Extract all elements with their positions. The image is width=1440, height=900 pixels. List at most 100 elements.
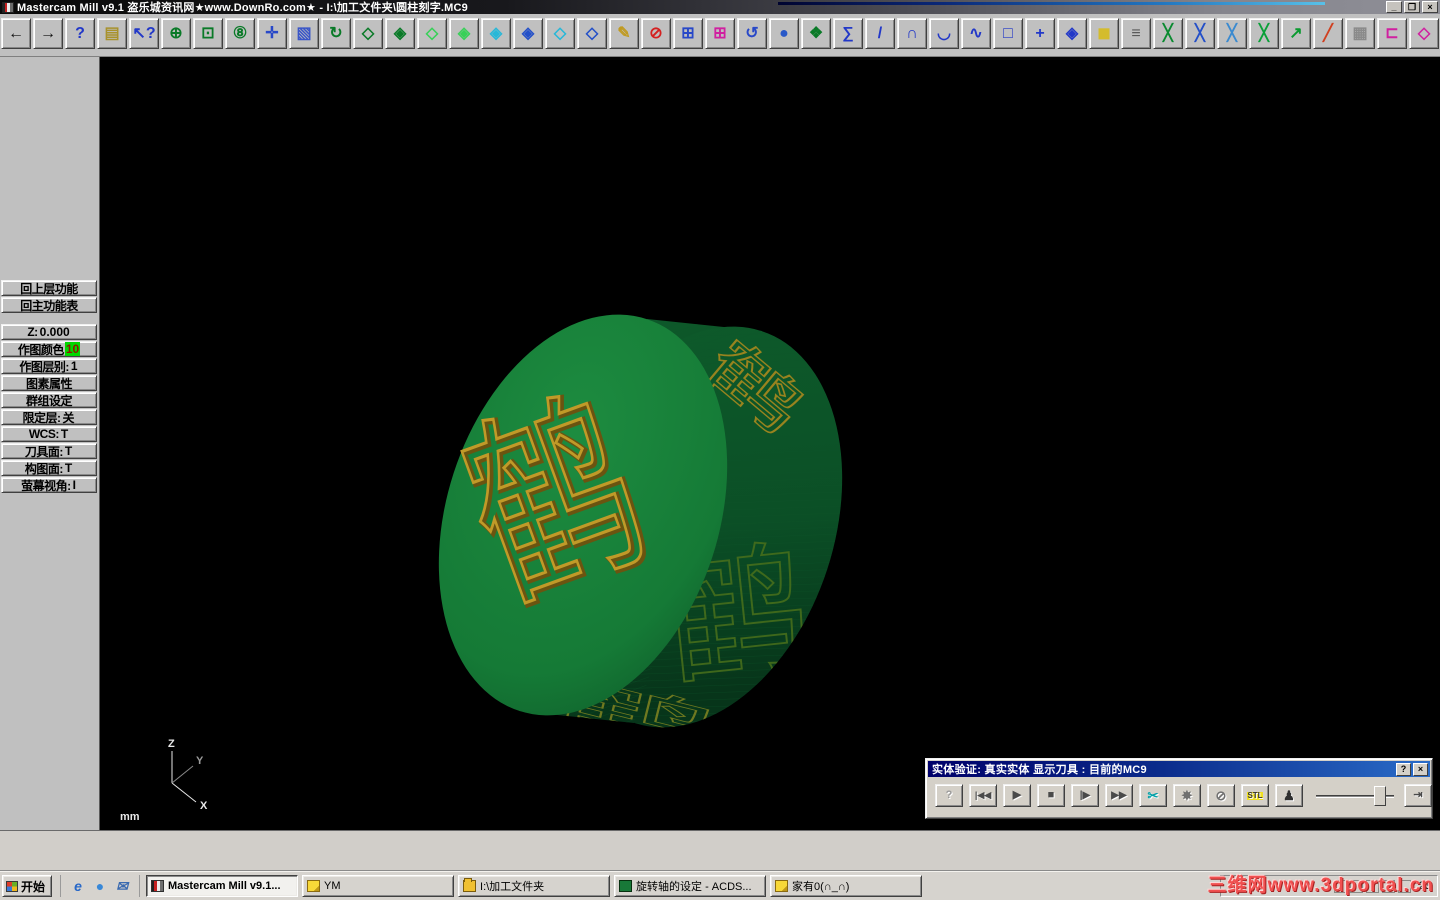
point-icon[interactable]: + — [1025, 18, 1055, 49]
zoom-previous-icon[interactable]: ⑧ — [225, 18, 255, 49]
tray-icon-4[interactable] — [1381, 879, 1395, 893]
trim-two-icon[interactable]: ╳ — [1185, 18, 1215, 49]
internet-explorer-icon[interactable]: e — [69, 877, 87, 895]
trim-icon[interactable]: ╳ — [1153, 18, 1183, 49]
view-iso-wireframe-icon[interactable]: ◇ — [353, 18, 383, 49]
menu-item[interactable]: 作图层别: 1 — [1, 358, 97, 374]
surface-display-icon[interactable]: ▦ — [1345, 18, 1375, 49]
operations-manager-icon[interactable]: ≡ — [1121, 18, 1151, 49]
trim-divide-icon[interactable]: ╳ — [1217, 18, 1247, 49]
gview-side-icon[interactable]: ◇ — [545, 18, 575, 49]
title-bar: Mastercam Mill v9.1 盗乐城资讯网★www.DownRo.co… — [0, 0, 1440, 14]
menu-item[interactable]: 萤幕视角: I — [1, 477, 97, 493]
task-button[interactable]: I:\加工文件夹 — [458, 875, 611, 897]
delete-icon[interactable]: ⊘ — [641, 18, 671, 49]
verify-zoom-button[interactable]: ⊘ — [1207, 784, 1235, 807]
restore-button[interactable]: ❐ — [1404, 1, 1420, 13]
menu-item[interactable]: WCS: T — [1, 426, 97, 442]
gview-front-icon[interactable]: ◈ — [513, 18, 543, 49]
menu-item[interactable]: 图素属性 — [1, 375, 97, 391]
zoom-dynamic-icon[interactable]: ⊕ — [161, 18, 191, 49]
graphics-viewport[interactable]: 鹤 鹤 鹤 鹤 鹤 Z Y X mm 实体验证: 真实实体 显示刀具: 目前的… — [100, 57, 1440, 830]
forward-icon[interactable]: → — [33, 18, 63, 49]
verify-close-button[interactable]: × — [1413, 762, 1428, 776]
menu-item[interactable]: Z: 0.000 — [1, 324, 97, 340]
start-label: 开始 — [21, 879, 46, 894]
view-iso-shaded-icon[interactable]: ◈ — [385, 18, 415, 49]
axis-y-label: Y — [196, 755, 204, 767]
cylinder-model[interactable]: 鹤 鹤 鹤 鹤 鹤 — [390, 277, 891, 770]
pan-icon[interactable]: ✛ — [257, 18, 287, 49]
back-icon[interactable]: ← — [1, 18, 31, 49]
verify-title-bar[interactable]: 实体验证: 真实实体 显示刀具 : 目前的MC9 ? × — [928, 761, 1430, 777]
surface-icon[interactable]: ◈ — [1057, 18, 1087, 49]
tray-icon-5[interactable] — [1397, 879, 1411, 893]
tray-icon-3[interactable] — [1365, 879, 1379, 893]
menu-item[interactable]: 构图面: T — [1, 460, 97, 476]
verify-step-button[interactable]: |▶ — [1071, 784, 1099, 807]
line-icon[interactable]: / — [865, 18, 895, 49]
rotate-view-icon[interactable]: ↻ — [321, 18, 351, 49]
verify-trim-button[interactable]: ✂ — [1139, 784, 1167, 807]
clock: 23 — [1418, 880, 1431, 892]
solid-box-icon[interactable]: ◼ — [1089, 18, 1119, 49]
task-icon — [775, 880, 789, 892]
xform-rotate-icon[interactable]: ◇ — [1409, 18, 1439, 49]
dimension-icon[interactable]: ╱ — [1313, 18, 1343, 49]
gview-top-icon[interactable]: ◈ — [481, 18, 511, 49]
copy-icon[interactable]: ⊞ — [673, 18, 703, 49]
verify-dialog: 实体验证: 真实实体 显示刀具 : 目前的MC9 ? × ? |◀◀ ▶ ■ |… — [925, 758, 1433, 819]
rectangle-icon[interactable]: □ — [993, 18, 1023, 49]
trim-break-icon[interactable]: ╳ — [1249, 18, 1279, 49]
verify-stop-button[interactable]: ■ — [1037, 784, 1065, 807]
view-shaded-light-icon[interactable]: ◈ — [449, 18, 479, 49]
verify-speed-slider[interactable] — [1316, 785, 1394, 806]
fillet-icon[interactable]: ◡ — [929, 18, 959, 49]
task-button[interactable]: 旋转轴的设定 - ACDS... — [614, 875, 767, 897]
solids-icon[interactable]: ❖ — [801, 18, 831, 49]
verify-tool-button[interactable]: ♟ — [1275, 784, 1303, 807]
context-help-icon[interactable]: ↖? — [129, 18, 159, 49]
verify-collision-button[interactable]: ✸ — [1173, 784, 1201, 807]
undo-icon[interactable]: ↺ — [737, 18, 767, 49]
close-button[interactable]: × — [1422, 1, 1438, 13]
menu-item[interactable]: 回上层功能 — [1, 280, 97, 296]
task-button[interactable]: Mastercam Mill v9.1... — [146, 875, 299, 897]
xform-offset-icon[interactable]: ⊏ — [1377, 18, 1407, 49]
slider-handle[interactable] — [1374, 785, 1386, 806]
arc-icon[interactable]: ∩ — [897, 18, 927, 49]
media-player-icon[interactable]: ● — [91, 877, 109, 895]
verify-stl-button[interactable]: STL — [1241, 784, 1269, 807]
menu-item[interactable]: 群组设定 — [1, 392, 97, 408]
verify-play-button[interactable]: ▶ — [1003, 784, 1031, 807]
file-manager-icon[interactable]: ▤ — [97, 18, 127, 49]
xform-icon[interactable]: ⊞ — [705, 18, 735, 49]
extend-icon[interactable]: ↗ — [1281, 18, 1311, 49]
verify-fast-forward-button[interactable]: ▶▶ — [1105, 784, 1133, 807]
menu-item[interactable]: 作图颜色 10 — [1, 341, 97, 357]
view-wireframe-light-icon[interactable]: ◇ — [417, 18, 447, 49]
spline-icon[interactable]: ∿ — [961, 18, 991, 49]
task-button[interactable]: YM — [302, 875, 455, 897]
menu-item[interactable]: 限定层: 关 — [1, 409, 97, 425]
verify-help-button[interactable]: ? — [1396, 762, 1411, 776]
repaint-icon[interactable]: ▧ — [289, 18, 319, 49]
minimize-button[interactable]: _ — [1386, 1, 1402, 13]
analyze-icon[interactable]: ∑ — [833, 18, 863, 49]
tray-icon-2[interactable] — [1349, 879, 1363, 893]
create-icon[interactable]: ✎ — [609, 18, 639, 49]
verify-restart-button[interactable]: |◀◀ — [969, 784, 997, 807]
zoom-window-icon[interactable]: ⊡ — [193, 18, 223, 49]
verify-exit-button[interactable]: ⇥ — [1404, 784, 1432, 807]
tray-icon-1[interactable] — [1333, 879, 1347, 893]
shading-icon[interactable]: ● — [769, 18, 799, 49]
menu-item[interactable]: 刀具面: T — [1, 443, 97, 459]
gview-iso-icon[interactable]: ◇ — [577, 18, 607, 49]
task-button[interactable]: 家有0(∩_∩) — [770, 875, 923, 897]
help-icon[interactable]: ? — [65, 18, 95, 49]
outlook-express-icon[interactable]: ✉ — [113, 877, 131, 895]
menu-item[interactable]: 回主功能表 — [1, 297, 97, 313]
start-button[interactable]: 开始 — [2, 875, 53, 897]
mastercam-window: Mastercam Mill v9.1 盗乐城资讯网★www.DownRo.co… — [0, 0, 1440, 900]
verify-options-button[interactable]: ? — [935, 784, 963, 807]
